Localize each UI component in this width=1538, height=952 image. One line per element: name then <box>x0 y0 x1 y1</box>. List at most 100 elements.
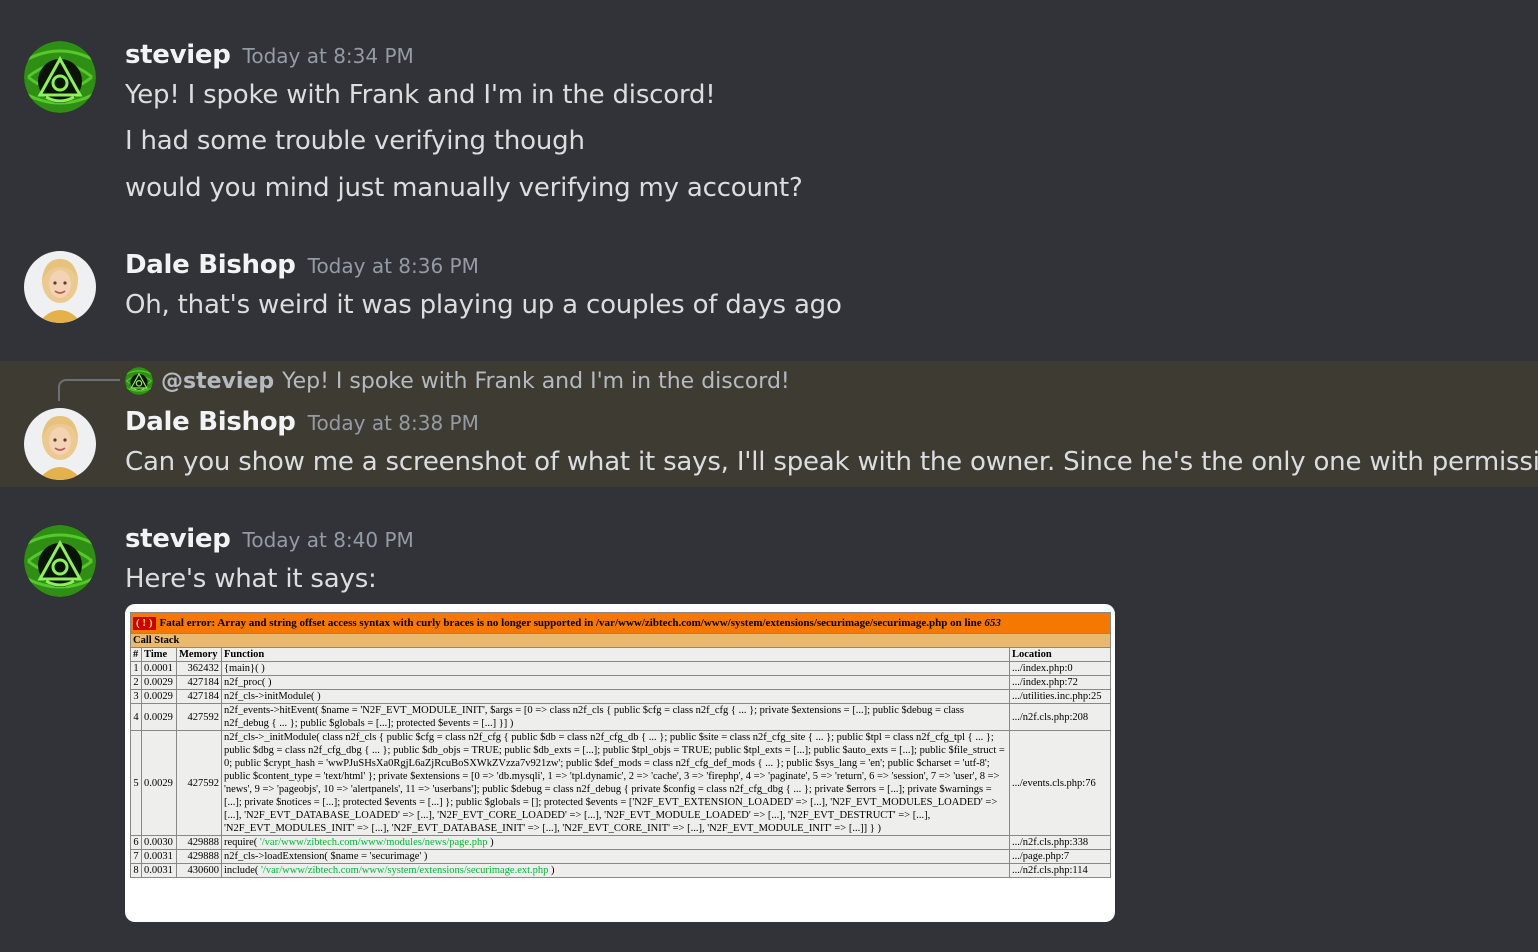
timestamp[interactable]: Today at 8:36 PM <box>308 254 479 278</box>
row-location: .../utilities.inc.php:25 <box>1009 689 1111 704</box>
column-header: Function <box>221 647 1010 662</box>
row-location: .../events.cls.php:76 <box>1009 730 1111 836</box>
reply-preview[interactable]: @steviep Yep! I spoke with Frank and I'm… <box>125 367 790 395</box>
username[interactable]: steviep <box>125 40 231 70</box>
message-text: Can you show me a screenshot of what it … <box>125 447 1538 477</box>
row-memory: 430600 <box>176 863 222 878</box>
file-path: '/var/www/zibtech.com/www/modules/news/p… <box>259 837 488 848</box>
message-header: steviep Today at 8:40 PM <box>125 524 414 554</box>
row-function: n2f_cls->loadExtension( $name = 'securim… <box>221 849 1010 864</box>
row-location: .../page.php:7 <box>1009 849 1111 864</box>
row-function: include( '/var/www/zibtech.com/www/syste… <box>221 863 1010 878</box>
reply-message-group: @steviep Yep! I spoke with Frank and I'm… <box>0 361 1538 487</box>
message-header: steviep Today at 8:34 PM <box>125 40 414 70</box>
row-time: 0.0001 <box>141 661 177 676</box>
table-row: 7 0.0031 429888 n2f_cls->loadExtension( $na… <box>130 849 1111 864</box>
function-call: n2f_events->hitEvent( $name = 'N2F_EVT_M… <box>224 705 964 729</box>
row-function: {main}( ) <box>221 661 1010 676</box>
steviep-avatar[interactable] <box>24 525 96 597</box>
fatal-error-text: Fatal error: Array and string offset acc… <box>159 616 982 629</box>
column-header: Time <box>141 647 177 662</box>
message-header: Dale Bishop Today at 8:38 PM <box>125 407 479 437</box>
row-number: 2 <box>130 675 142 690</box>
function-call: n2f_cls->loadExtension( $name = 'securim… <box>224 851 428 862</box>
fatal-error-icon: ( ! ) <box>133 616 156 630</box>
reply-spine <box>58 379 120 401</box>
row-time: 0.0029 <box>141 703 177 731</box>
fatal-error-line: 653 <box>984 616 1001 629</box>
message-text: I had some trouble verifying though <box>125 126 585 156</box>
function-call: n2f_proc( ) <box>224 677 272 688</box>
table-row: 3 0.0029 427184 n2f_cls->initModule( ) .../u… <box>130 689 1111 704</box>
message-group: steviep Today at 8:34 PM Yep! I spoke wit… <box>0 0 1538 230</box>
table-row: 4 0.0029 427592 n2f_events->hitEvent( $name… <box>130 703 1111 731</box>
message-text: Yep! I spoke with Frank and I'm in the d… <box>125 80 716 110</box>
table-row: 6 0.0030 429888 require( '/var/www/zibtech.… <box>130 835 1111 850</box>
row-function: n2f_cls->_initModule( class n2f_cls { pu… <box>221 730 1010 836</box>
dale-avatar[interactable] <box>24 408 96 480</box>
function-call-end: ) <box>487 837 494 848</box>
function-call: n2f_cls->initModule( ) <box>224 691 321 702</box>
row-time: 0.0029 <box>141 730 177 836</box>
row-time: 0.0029 <box>141 689 177 704</box>
timestamp[interactable]: Today at 8:40 PM <box>243 528 414 552</box>
row-memory: 427184 <box>176 689 222 704</box>
function-call: {main}( ) <box>224 663 265 674</box>
row-memory: 427592 <box>176 730 222 836</box>
steviep-avatar[interactable] <box>24 41 96 113</box>
row-memory: 429888 <box>176 849 222 864</box>
table-row: 2 0.0029 427184 n2f_proc( ) .../index.php:72 <box>130 675 1111 690</box>
row-location: .../n2f.cls.php:208 <box>1009 703 1111 731</box>
image-attachment[interactable]: ( ! ) Fatal error: Array and string offse… <box>125 604 1115 922</box>
column-header: Memory <box>176 647 222 662</box>
table-row: 5 0.0029 427592 n2f_cls->_initModule( class… <box>130 730 1111 836</box>
timestamp[interactable]: Today at 8:34 PM <box>243 44 414 68</box>
file-path: '/var/www/zibtech.com/www/system/extensi… <box>261 865 549 876</box>
function-call: include( <box>224 865 262 876</box>
table-row: 8 0.0031 430600 include( '/var/www/zibtech.… <box>130 863 1111 878</box>
message-text: would you mind just manually verifying m… <box>125 173 803 203</box>
call-stack-header: Call Stack <box>130 633 1111 648</box>
username[interactable]: Dale Bishop <box>125 407 296 437</box>
row-number: 5 <box>130 730 142 836</box>
row-memory: 427592 <box>176 703 222 731</box>
username[interactable]: steviep <box>125 524 231 554</box>
function-call: require( <box>224 837 260 848</box>
row-time: 0.0031 <box>141 863 177 878</box>
error-table: ( ! ) Fatal error: Array and string offse… <box>130 612 1111 878</box>
row-time: 0.0030 <box>141 835 177 850</box>
row-location: .../index.php:0 <box>1009 661 1111 676</box>
row-number: 1 <box>130 661 142 676</box>
row-location: .../n2f.cls.php:338 <box>1009 835 1111 850</box>
row-location: .../index.php:72 <box>1009 675 1111 690</box>
row-memory: 427184 <box>176 675 222 690</box>
message-text: Here's what it says: <box>125 564 377 594</box>
row-time: 0.0029 <box>141 675 177 690</box>
row-function: n2f_cls->initModule( ) <box>221 689 1010 704</box>
steviep-avatar <box>125 367 153 395</box>
row-memory: 362432 <box>176 661 222 676</box>
row-number: 4 <box>130 703 142 731</box>
row-location: .../n2f.cls.php:114 <box>1009 863 1111 878</box>
function-call: n2f_cls->_initModule( class n2f_cls { pu… <box>224 732 1005 834</box>
message-text: Oh, that's weird it was playing up a cou… <box>125 290 842 320</box>
username[interactable]: Dale Bishop <box>125 250 296 280</box>
row-function: n2f_proc( ) <box>221 675 1010 690</box>
row-time: 0.0031 <box>141 849 177 864</box>
reply-mention[interactable]: @steviep <box>161 369 274 394</box>
function-call-end: ) <box>548 865 555 876</box>
row-memory: 429888 <box>176 835 222 850</box>
row-number: 7 <box>130 849 142 864</box>
message-group: Dale Bishop Today at 8:36 PM Oh, that's w… <box>0 230 1538 360</box>
reply-text[interactable]: Yep! I spoke with Frank and I'm in the d… <box>282 369 790 394</box>
fatal-error-banner: ( ! ) Fatal error: Array and string offse… <box>130 612 1111 634</box>
row-number: 8 <box>130 863 142 878</box>
table-row: 1 0.0001 362432 {main}( ) .../index.php:0 <box>130 661 1111 676</box>
column-header: # <box>130 647 142 662</box>
row-function: n2f_events->hitEvent( $name = 'N2F_EVT_M… <box>221 703 1010 731</box>
timestamp[interactable]: Today at 8:38 PM <box>308 411 479 435</box>
dale-avatar[interactable] <box>24 251 96 323</box>
message-header: Dale Bishop Today at 8:36 PM <box>125 250 479 280</box>
row-function: require( '/var/www/zibtech.com/www/modul… <box>221 835 1010 850</box>
row-number: 6 <box>130 835 142 850</box>
